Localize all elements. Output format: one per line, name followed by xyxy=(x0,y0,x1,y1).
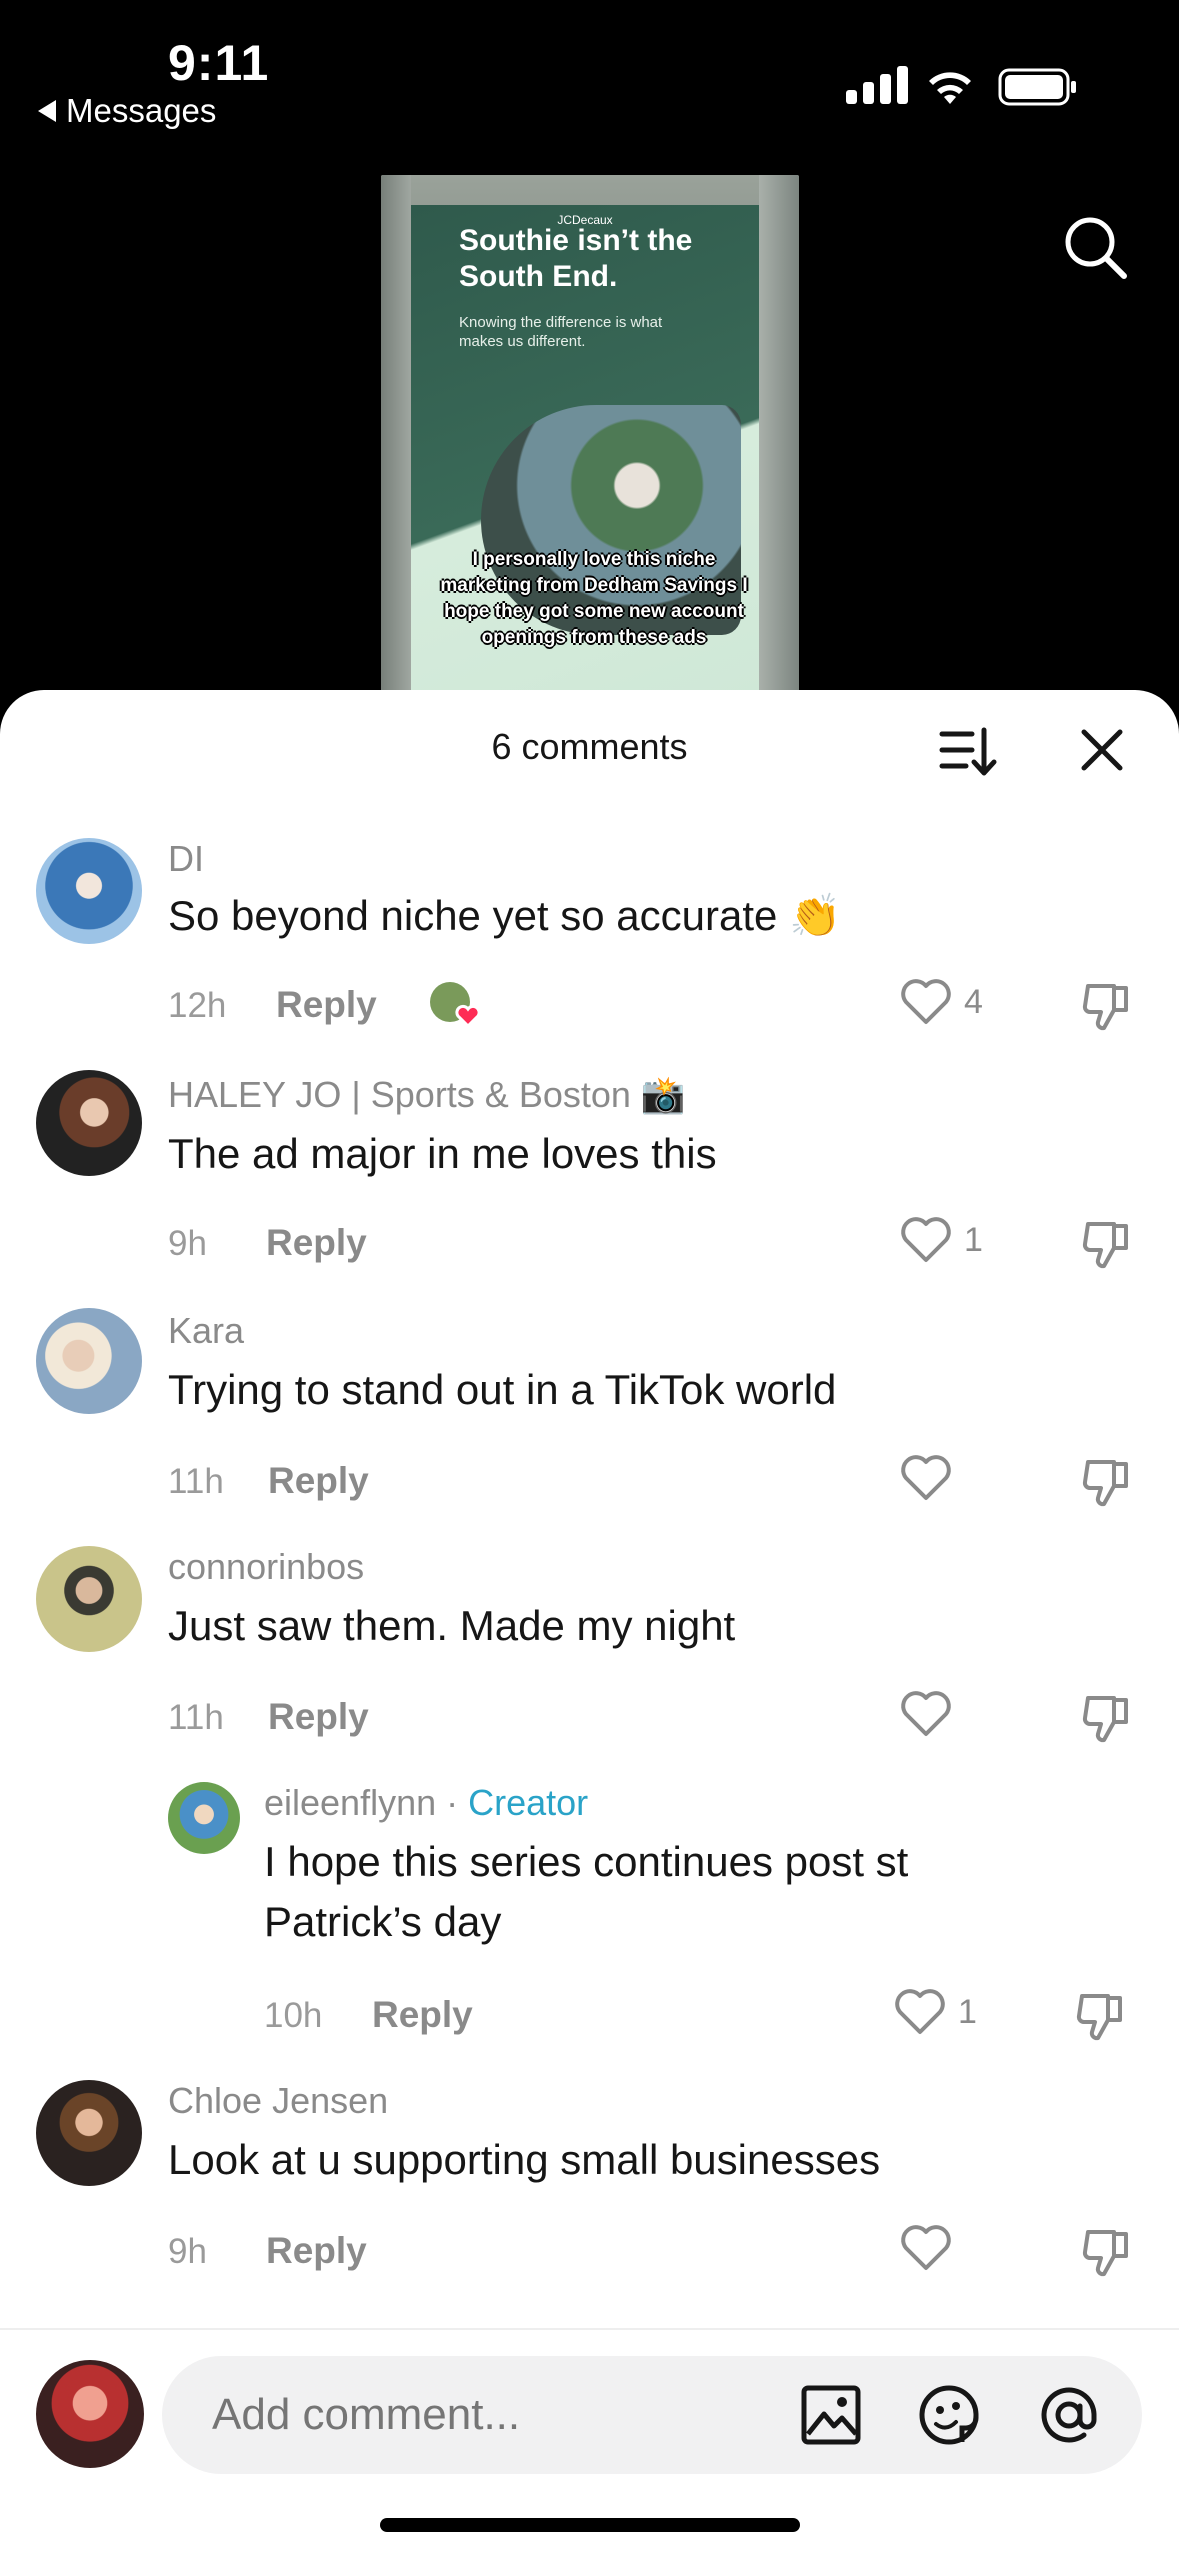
heart-icon xyxy=(901,1691,951,1736)
heart-icon xyxy=(901,1217,951,1262)
comment-username[interactable]: connorinbos xyxy=(168,1546,364,1588)
reply-button[interactable]: Reply xyxy=(372,1994,473,2036)
heart-icon xyxy=(901,1455,951,1500)
home-indicator[interactable] xyxy=(380,2518,800,2532)
sticker-emoji-icon[interactable] xyxy=(918,2384,980,2446)
comments-sheet: 6 comments DI So beyond niche yet so acc… xyxy=(0,690,1179,2556)
avatar[interactable] xyxy=(36,1546,142,1652)
comment-username[interactable]: DI xyxy=(168,838,204,880)
comment-time: 10h xyxy=(264,1996,323,2035)
comment-username[interactable]: HALEY JO | Sports & Boston 📸 xyxy=(168,1074,686,1116)
like-button[interactable] xyxy=(900,2224,964,2272)
bus-shelter-frame xyxy=(759,175,799,695)
like-button[interactable]: 1 xyxy=(894,1988,977,2036)
reply-button[interactable]: Reply xyxy=(268,1460,369,1502)
comment-text: I hope this series continues post st Pat… xyxy=(264,1838,909,1945)
ad-headline: Southie isn’t the South End. xyxy=(459,224,693,293)
dislike-icon[interactable] xyxy=(1080,1218,1132,1270)
my-avatar xyxy=(36,2360,144,2468)
heart-icon xyxy=(901,979,951,1024)
comment-username[interactable]: Kara xyxy=(168,1310,244,1352)
clock: 9:11 xyxy=(168,35,270,91)
avatar[interactable] xyxy=(168,1782,240,1854)
like-button[interactable]: 1 xyxy=(900,1216,983,1264)
avatar[interactable] xyxy=(36,838,142,944)
dislike-icon[interactable] xyxy=(1074,1990,1126,2042)
dislike-icon[interactable] xyxy=(1080,1692,1132,1744)
comment-text: Just saw them. Made my night xyxy=(168,1602,736,1649)
like-count: 1 xyxy=(964,1220,983,1259)
dislike-icon[interactable] xyxy=(1080,2226,1132,2278)
like-button[interactable]: 4 xyxy=(900,978,983,1026)
search-icon[interactable] xyxy=(1060,212,1130,282)
dislike-icon[interactable] xyxy=(1080,1456,1132,1508)
like-count: 4 xyxy=(964,982,983,1021)
heart-icon xyxy=(895,1989,945,2034)
add-comment-input[interactable] xyxy=(162,2356,1142,2474)
like-count: 1 xyxy=(958,1992,977,2031)
avatar[interactable] xyxy=(36,1308,142,1414)
creator-badge: Creator xyxy=(468,1782,589,1823)
dislike-icon[interactable] xyxy=(1080,980,1132,1032)
comment-username[interactable]: eileenflynn · Creator xyxy=(264,1782,588,1824)
like-button[interactable] xyxy=(900,1454,964,1502)
image-icon[interactable] xyxy=(800,2384,862,2446)
like-button[interactable] xyxy=(900,1690,964,1738)
back-to-messages[interactable]: Messages xyxy=(38,92,216,130)
video-preview[interactable]: JCDecaux Southie isn’t the South End. Kn… xyxy=(381,175,799,695)
avatar[interactable] xyxy=(36,1070,142,1176)
comment-time: 12h xyxy=(168,986,227,1025)
reply-button[interactable]: Reply xyxy=(266,2230,367,2272)
comment-time: 11h xyxy=(168,1462,224,1501)
comment-time: 9h xyxy=(168,2232,207,2271)
heart-icon xyxy=(901,2225,951,2270)
comment-time: 9h xyxy=(168,1224,207,1263)
comment-text: The ad major in me loves this xyxy=(168,1130,717,1177)
reply-button[interactable]: Reply xyxy=(266,1222,367,1264)
comment-text: Trying to stand out in a TikTok world xyxy=(168,1366,837,1413)
cellular-signal-icon xyxy=(846,64,908,104)
battery-icon xyxy=(998,68,1076,106)
comment-time: 11h xyxy=(168,1698,224,1737)
back-label: Messages xyxy=(66,92,217,129)
comment-text: Look at u supporting small businesses xyxy=(168,2136,881,2183)
comments-count-title: 6 comments xyxy=(491,726,688,767)
ad-subline: Knowing the difference is what makes us … xyxy=(459,314,663,350)
close-icon[interactable] xyxy=(1078,726,1126,774)
bus-shelter-frame xyxy=(381,175,411,695)
comment-username[interactable]: Chloe Jensen xyxy=(168,2080,388,2122)
avatar[interactable] xyxy=(36,2080,142,2186)
creator-liked-icon xyxy=(430,982,481,1029)
sort-icon[interactable] xyxy=(938,726,998,778)
composer-divider xyxy=(0,2328,1179,2330)
back-arrow-icon xyxy=(38,100,56,122)
video-caption: I personally love this niche marketing f… xyxy=(440,549,748,648)
mention-icon[interactable] xyxy=(1038,2384,1100,2446)
reply-button[interactable]: Reply xyxy=(268,1696,369,1738)
comment-text: So beyond niche yet so accurate 👏 xyxy=(168,892,842,939)
wifi-icon xyxy=(929,72,971,104)
status-bar: 9:11 Messages xyxy=(0,0,1179,140)
name-separator: · xyxy=(436,1782,469,1823)
reply-username: eileenflynn xyxy=(264,1782,437,1823)
reply-button[interactable]: Reply xyxy=(276,984,377,1026)
